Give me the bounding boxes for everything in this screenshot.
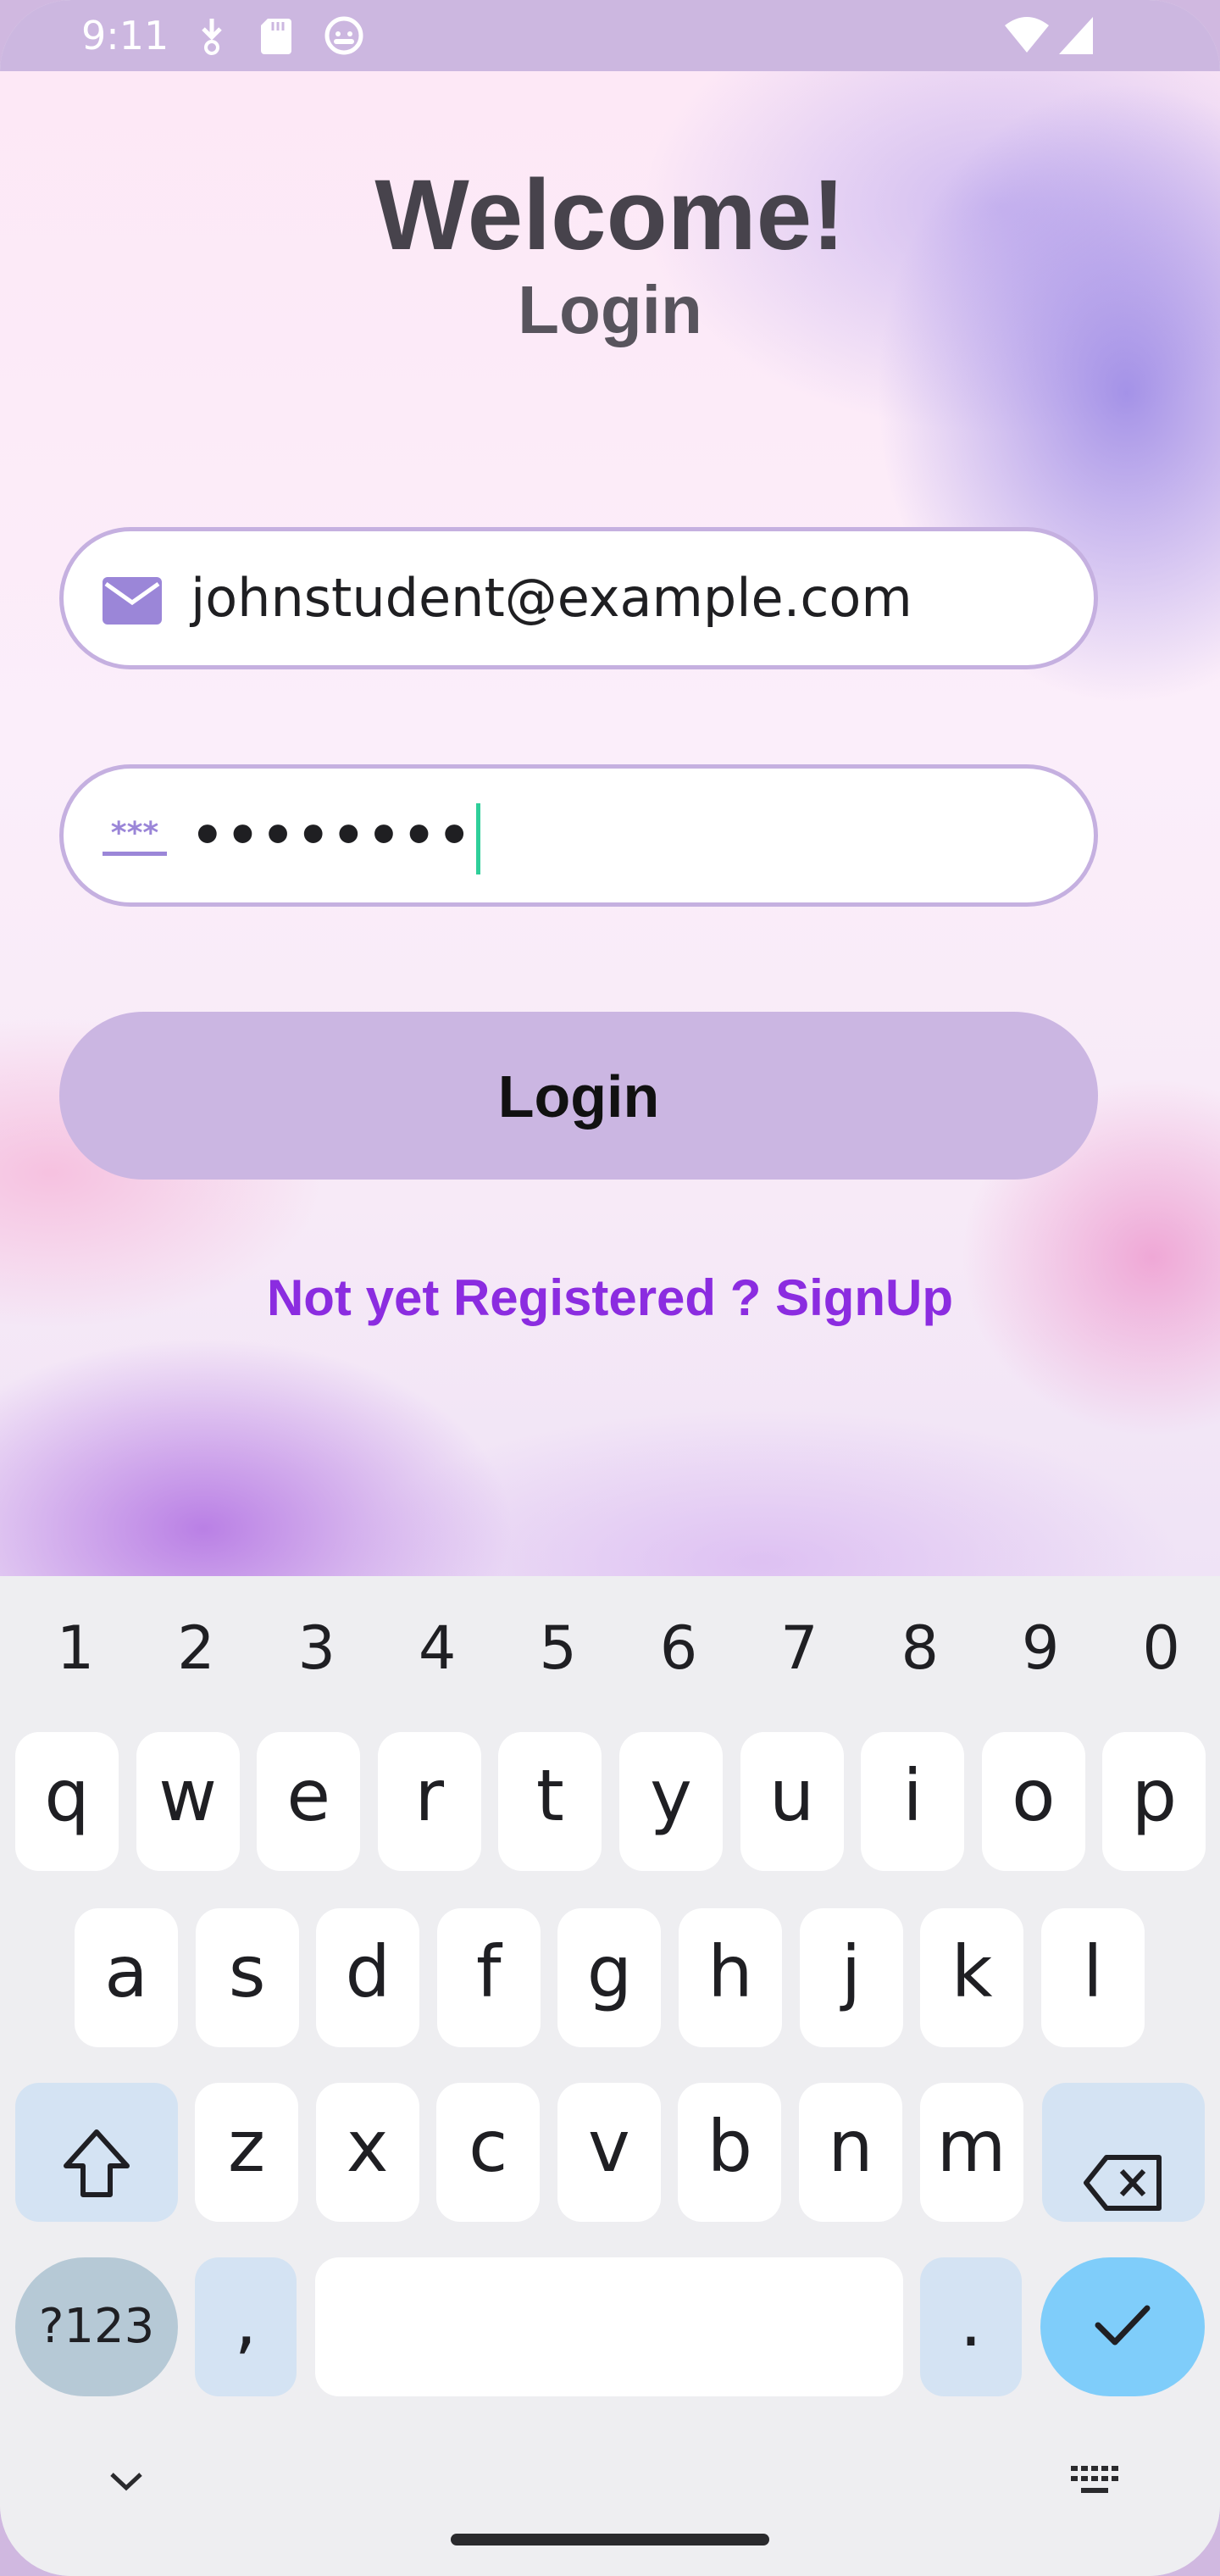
status-bar: 9:11 <box>0 0 1220 71</box>
number-key-3[interactable]: 3 <box>266 1602 368 1695</box>
backspace-key[interactable] <box>1042 2083 1205 2222</box>
key-y[interactable]: y <box>619 1732 723 1871</box>
password-value: •••••••• <box>191 804 474 866</box>
key-e[interactable]: e <box>257 1732 361 1871</box>
sd-card-icon <box>259 15 293 60</box>
login-subtitle: Login <box>518 272 702 347</box>
key-i[interactable]: i <box>861 1732 965 1871</box>
password-field[interactable]: *** •••••••• <box>59 764 1098 907</box>
number-key-8[interactable]: 8 <box>869 1602 971 1695</box>
password-icon: *** <box>101 816 169 863</box>
mail-icon <box>101 575 164 630</box>
enter-key[interactable] <box>1040 2257 1205 2396</box>
welcome-title: Welcome! <box>374 159 846 271</box>
number-key-0[interactable]: 0 <box>1111 1602 1212 1695</box>
number-key-6[interactable]: 6 <box>628 1602 729 1695</box>
wifi-icon <box>1003 15 1051 60</box>
key-v[interactable]: v <box>557 2083 661 2222</box>
android-icon <box>324 15 364 60</box>
email-field[interactable]: johnstudent@example.com <box>59 527 1098 669</box>
signup-link[interactable]: Not yet Registered ? SignUp <box>0 1264 1220 1332</box>
login-screen: Welcome! Login johnstudent@example.com *… <box>0 71 1220 1576</box>
period-key[interactable]: . <box>920 2257 1022 2396</box>
key-l[interactable]: l <box>1040 1908 1145 2047</box>
key-o[interactable]: o <box>981 1732 1085 1871</box>
key-x[interactable]: x <box>315 2083 419 2222</box>
check-icon <box>1093 2300 1152 2355</box>
key-j[interactable]: j <box>799 1908 903 2047</box>
chevron-down-icon[interactable] <box>107 2469 146 2499</box>
key-z[interactable]: z <box>195 2083 298 2222</box>
download-icon <box>197 15 227 60</box>
key-r[interactable]: r <box>377 1732 481 1871</box>
key-b[interactable]: b <box>678 2083 782 2222</box>
key-w[interactable]: w <box>136 1732 240 1871</box>
number-key-4[interactable]: 4 <box>386 1602 488 1695</box>
key-u[interactable]: u <box>740 1732 844 1871</box>
phone-screen: 9:11 Welcome! Login johnstudent@example.… <box>0 0 1220 2576</box>
key-n[interactable]: n <box>799 2083 902 2222</box>
soft-keyboard: 1234567890 qwertyuiop asdfghjkl zxcvbnm … <box>0 1576 1220 2576</box>
text-caret <box>476 802 481 874</box>
number-key-1[interactable]: 1 <box>25 1602 126 1695</box>
key-m[interactable]: m <box>919 2083 1023 2222</box>
key-h[interactable]: h <box>679 1908 782 2047</box>
key-s[interactable]: s <box>195 1908 299 2047</box>
home-handle[interactable] <box>451 2534 769 2545</box>
key-g[interactable]: g <box>557 1908 662 2047</box>
number-key-7[interactable]: 7 <box>748 1602 850 1695</box>
symbols-key[interactable]: ?123 <box>15 2257 178 2396</box>
shift-key[interactable] <box>15 2083 178 2222</box>
key-p[interactable]: p <box>1102 1732 1206 1871</box>
email-value: johnstudent@example.com <box>191 567 912 629</box>
login-button[interactable]: Login <box>59 1012 1098 1180</box>
key-k[interactable]: k <box>920 1908 1024 2047</box>
number-key-5[interactable]: 5 <box>507 1602 609 1695</box>
number-key-9[interactable]: 9 <box>990 1602 1091 1695</box>
backspace-icon <box>1083 2124 1164 2251</box>
svg-text:***: *** <box>111 818 159 851</box>
cell-signal-icon <box>1057 15 1095 60</box>
key-d[interactable]: d <box>316 1908 420 2047</box>
space-key[interactable] <box>315 2257 903 2396</box>
password-value-container: •••••••• <box>191 769 481 902</box>
key-q[interactable]: q <box>15 1732 119 1871</box>
key-c[interactable]: c <box>436 2083 541 2222</box>
number-key-2[interactable]: 2 <box>145 1602 247 1695</box>
key-f[interactable]: f <box>436 1908 541 2047</box>
navigation-bar <box>0 2457 1220 2576</box>
key-t[interactable]: t <box>498 1732 602 1871</box>
keyboard-icon[interactable] <box>1069 2464 1120 2502</box>
comma-key[interactable]: , <box>195 2257 297 2396</box>
key-a[interactable]: a <box>75 1908 178 2047</box>
status-time: 9:11 <box>81 13 169 58</box>
shift-icon <box>61 2113 132 2240</box>
